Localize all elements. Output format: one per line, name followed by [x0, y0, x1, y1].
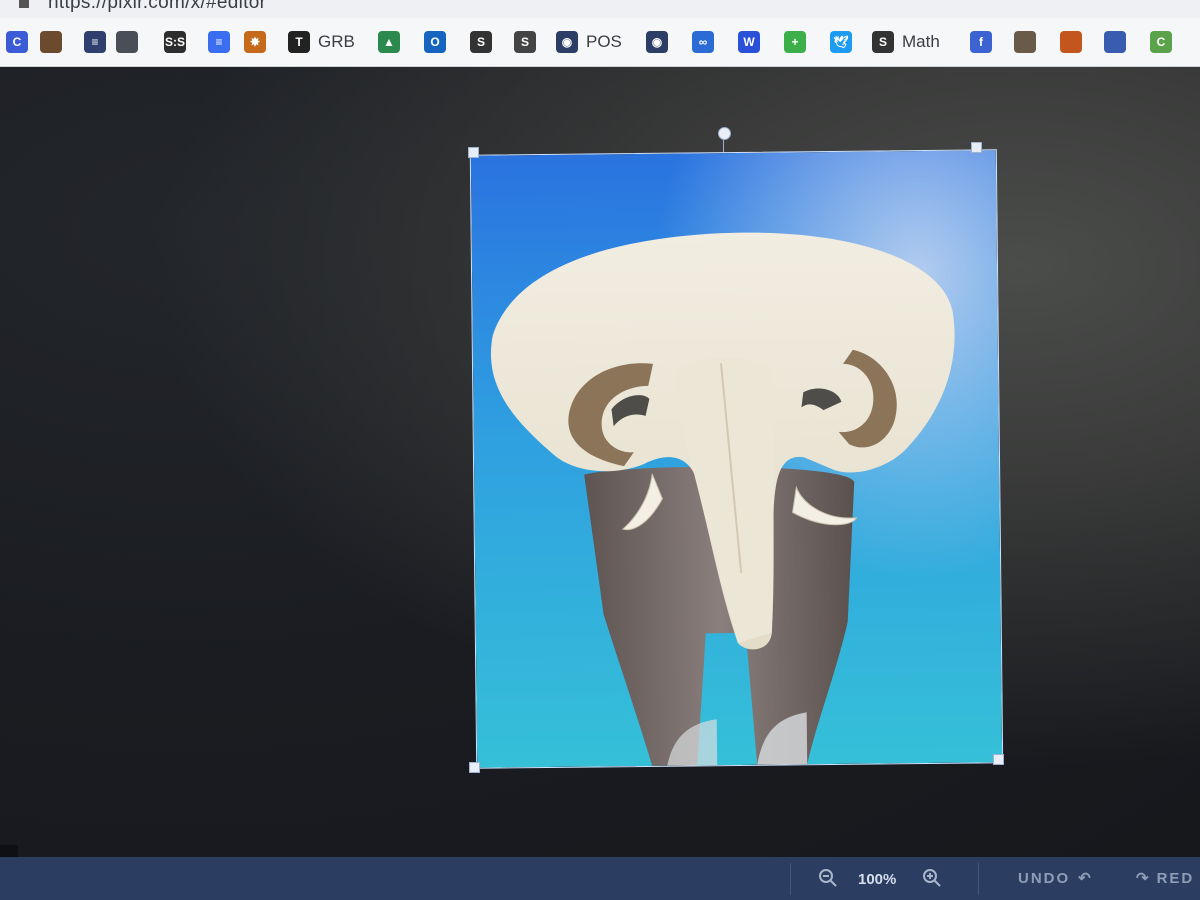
bookmark-item[interactable]	[40, 29, 62, 55]
bookmark-item[interactable]: S:S	[164, 29, 186, 55]
zoom-out-icon[interactable]	[818, 868, 838, 888]
bookmark-item[interactable]: C	[1150, 29, 1172, 55]
undo-label: UNDO	[1018, 869, 1071, 887]
bookmark-item[interactable]	[1060, 29, 1082, 55]
rotation-handle[interactable]	[718, 127, 731, 140]
bookmark-label: GRB	[318, 32, 355, 51]
slides-icon	[1060, 31, 1082, 53]
sis-icon: S:S	[164, 31, 186, 53]
sj-icon: S	[514, 31, 536, 53]
burst-icon: ✸	[244, 31, 266, 53]
bookmark-item[interactable]: ◉ POS	[556, 29, 622, 55]
twitter-icon: 🕊	[830, 31, 852, 53]
facebook-icon: f	[970, 31, 992, 53]
bookmark-label: POS	[586, 32, 622, 51]
list-icon: ≡	[84, 31, 106, 53]
notebook-icon	[116, 31, 138, 53]
book2-icon	[1104, 31, 1126, 53]
bookmark-item[interactable]: S	[470, 29, 492, 55]
bookmark-item[interactable]: O	[424, 29, 446, 55]
undo-button[interactable]: UNDO ↶	[1018, 869, 1093, 888]
bookmark-item[interactable]: S	[514, 29, 536, 55]
lock-icon	[19, 0, 29, 8]
link-icon: ∞	[692, 31, 714, 53]
eye-icon: ◉	[556, 31, 578, 53]
bookmark-item[interactable]	[1104, 29, 1126, 55]
bookmark-item[interactable]	[1014, 29, 1036, 55]
s-icon: S	[470, 31, 492, 53]
resize-handle-bottom-right[interactable]	[993, 754, 1004, 765]
w-icon: W	[738, 31, 760, 53]
image-layer[interactable]	[469, 149, 1004, 769]
bookmark-item[interactable]: 🕊	[830, 29, 852, 55]
eye-icon: ◉	[646, 31, 668, 53]
toolbar-divider	[790, 863, 791, 895]
address-bar[interactable]: https://pixlr.com/x/#editor	[0, 0, 1200, 18]
bookmark-item[interactable]: ◉	[646, 29, 668, 55]
bookmarks-bar: C ≡ S:S ≡ ✸ T GRB ▲ O S S ◉ POS ◉ ∞ W + 🕊 S Math f C	[0, 18, 1200, 67]
bookmark-item[interactable]: +	[784, 29, 806, 55]
bookmark-label: Math	[902, 32, 940, 51]
bookmark-item[interactable]: f	[970, 29, 992, 55]
bookmark-item[interactable]: ✸	[244, 29, 266, 55]
bookmark-item[interactable]: ≡	[208, 29, 230, 55]
c2-icon: C	[1150, 31, 1172, 53]
book-icon	[40, 31, 62, 53]
bookmark-item[interactable]: T GRB	[288, 29, 355, 55]
bookmark-item[interactable]: ∞	[692, 29, 714, 55]
bookmark-item[interactable]	[116, 29, 138, 55]
redo-arrow-icon: ↷	[1136, 870, 1151, 887]
resize-handle-top-right[interactable]	[971, 142, 982, 153]
redo-button[interactable]: ↷ RED	[1136, 869, 1195, 888]
redo-label: RED	[1156, 869, 1195, 887]
mushroom-elephant-image	[470, 150, 1003, 768]
zoom-level[interactable]: 100%	[858, 871, 896, 888]
toolbar-divider	[978, 863, 979, 895]
bookmark-item[interactable]: S Math	[872, 29, 940, 55]
drive-icon: ▲	[378, 31, 400, 53]
rotation-handle-stem	[723, 139, 724, 153]
bookmark-item[interactable]: W	[738, 29, 760, 55]
docs-icon: ≡	[208, 31, 230, 53]
editor-workspace[interactable]	[0, 67, 1200, 857]
grb-icon: T	[288, 31, 310, 53]
bookmark-item[interactable]: ≡	[84, 29, 106, 55]
plus-circle-icon: +	[784, 31, 806, 53]
zoom-in-icon[interactable]	[922, 868, 942, 888]
url-text[interactable]: https://pixlr.com/x/#editor	[48, 0, 266, 14]
undo-arrow-icon: ↶	[1078, 870, 1093, 887]
resize-handle-bottom-left[interactable]	[469, 762, 480, 773]
c-icon: C	[6, 31, 28, 53]
resize-handle-top-left[interactable]	[468, 147, 479, 158]
bookmark-item[interactable]: ▲	[378, 29, 400, 55]
bottom-toolbar: 100% UNDO ↶ ↷ RED	[0, 857, 1200, 900]
outlook-icon: O	[424, 31, 446, 53]
math-icon: S	[872, 31, 894, 53]
layout-icon	[1014, 31, 1036, 53]
bookmark-item[interactable]: C	[6, 29, 28, 55]
